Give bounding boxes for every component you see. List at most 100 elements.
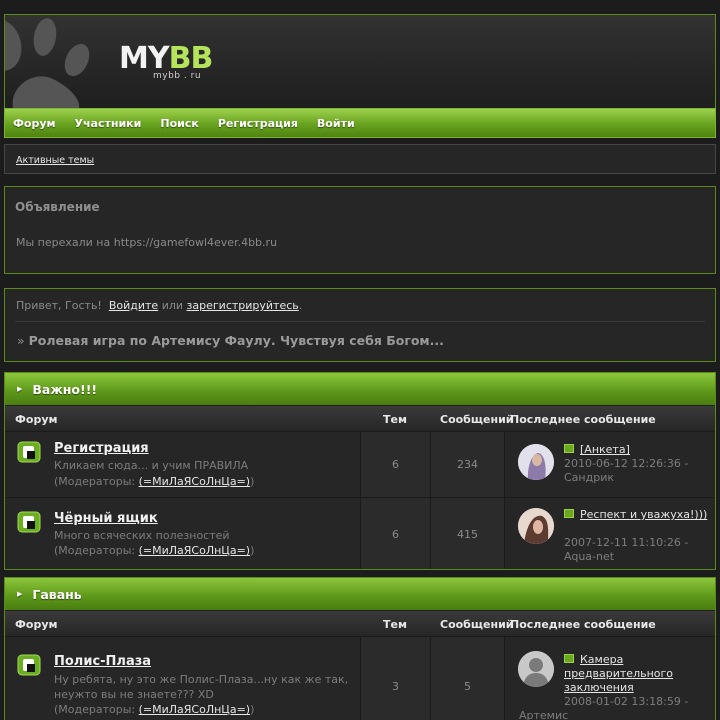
avatar-image-icon: [518, 444, 554, 480]
forum-cell: Чёрный ящик Много всяческих полезностей …: [5, 498, 360, 569]
last-post-link-wrapper: [Анкета]: [564, 443, 714, 457]
divider: [15, 321, 705, 322]
last-post-date: 2008-01-02 13:18:59 -: [564, 695, 689, 708]
forum-cell: Регистрация Кликаем сюда... и учим ПРАВИ…: [5, 432, 360, 497]
last-post-link-wrapper: Камера предварительного заключения: [564, 653, 684, 695]
post-icon: [564, 654, 574, 663]
forum-status-icon: [17, 654, 41, 676]
last-post-cell: Респект и уважуха!))) 2007-12-11 11:10:2…: [505, 498, 715, 569]
logo-domain: mybb . ru: [153, 71, 201, 81]
greeting-end: .: [298, 299, 303, 312]
last-post-cell: [Анкета] 2010-06-12 12:26:36 - Сандрик: [505, 432, 715, 497]
forum-row: Регистрация Кликаем сюда... и учим ПРАВИ…: [5, 431, 715, 497]
category-title: Важно!!!: [32, 381, 98, 397]
forum-description: Много всяческих полезностей: [54, 529, 230, 542]
col-topics: Тем: [383, 618, 407, 631]
default-user-icon: [518, 651, 554, 687]
last-post-link[interactable]: Камера предварительного заключения: [564, 653, 673, 694]
last-post-link[interactable]: [Анкета]: [580, 443, 630, 456]
nav-login[interactable]: Войти: [317, 117, 355, 130]
avatar[interactable]: [518, 651, 554, 687]
mods-label: (Модераторы:: [54, 475, 136, 488]
paw-logo-icon: [5, 18, 90, 108]
post-count: 234: [457, 458, 478, 471]
forum-cell: Полис-Плаза Ну ребята, ну это же Полис-П…: [5, 637, 360, 720]
forum-link-polis-plaza[interactable]: Полис-Плаза: [54, 654, 151, 669]
post-count: 5: [464, 680, 471, 693]
forum-moderators: (Модераторы: (=МиЛаЯСоЛнЦа=)): [54, 703, 254, 716]
category-header[interactable]: ▶ Гавань: [5, 578, 715, 610]
posts-cell: 415: [431, 498, 505, 569]
topics-cell: 3: [360, 637, 431, 720]
forum-status-icon: [17, 511, 41, 533]
topics-cell: 6: [360, 432, 431, 497]
active-topics-link[interactable]: Активные темы: [16, 155, 94, 166]
post-icon: [564, 444, 574, 453]
category-important: ▶ Важно!!! Форум Тем Сообщений Последнее…: [4, 372, 716, 570]
announcement-panel: Объявление Мы перехали на https://gamefo…: [4, 186, 716, 274]
category-harbor: ▶ Гавань Форум Тем Сообщений Последнее с…: [4, 577, 716, 720]
register-link[interactable]: зарегистрируйтесь: [187, 299, 299, 312]
forum-moderators: (Модераторы: (=МиЛаЯСоЛнЦа=)): [54, 475, 254, 488]
topics-cell: 6: [360, 498, 431, 569]
col-forum: Форум: [15, 618, 58, 631]
mods-close: ): [250, 544, 255, 557]
nav-members[interactable]: Участники: [75, 117, 142, 130]
moderator-link[interactable]: (=МиЛаЯСоЛнЦа=): [139, 544, 250, 557]
breadcrumb: » Ролевая игра по Артемису Фаулу. Чувств…: [17, 333, 444, 348]
avatar[interactable]: [518, 444, 554, 480]
moderator-link[interactable]: (=МиЛаЯСоЛнЦа=): [139, 475, 250, 488]
topic-count: 3: [392, 680, 399, 693]
main-nav: Форум Участники Поиск Регистрация Войти: [4, 108, 716, 138]
forum-description: Ну ребята, ну это же Полис-Плаза...ну ка…: [54, 673, 349, 701]
forum-moderators: (Модераторы: (=МиЛаЯСоЛнЦа=)): [54, 544, 254, 557]
forum-link-registration[interactable]: Регистрация: [54, 441, 149, 456]
nav-search[interactable]: Поиск: [160, 117, 198, 130]
subnav-bar: Активные темы: [4, 144, 716, 174]
forum-status-icon: [17, 441, 41, 463]
mods-close: ): [250, 475, 255, 488]
column-headers: Форум Тем Сообщений Последнее сообщение: [5, 610, 715, 636]
welcome-panel: Привет, Гость! Войдите или зарегистрируй…: [4, 288, 716, 362]
last-post-author[interactable]: Сандрик: [564, 471, 614, 485]
logo-sub-tld: ru: [190, 71, 202, 81]
announcement-title: Объявление: [15, 200, 100, 214]
avatar[interactable]: [518, 508, 554, 544]
forum-link-black-box[interactable]: Чёрный ящик: [54, 511, 158, 526]
col-posts: Сообщений: [440, 618, 514, 631]
col-last-post: Последнее сообщение: [510, 413, 656, 426]
category-header[interactable]: ▶ Важно!!!: [5, 373, 715, 405]
nav-forum[interactable]: Форум: [13, 117, 56, 130]
posts-cell: 234: [431, 432, 505, 497]
breadcrumb-prefix: »: [17, 333, 25, 348]
col-posts: Сообщений: [440, 413, 514, 426]
last-post-author[interactable]: Aqua-net: [564, 550, 614, 564]
column-headers: Форум Тем Сообщений Последнее сообщение: [5, 405, 715, 431]
forum-description: Кликаем сюда... и учим ПРАВИЛА: [54, 459, 249, 472]
topic-count: 6: [392, 458, 399, 471]
logo-sub-dot: .: [183, 71, 188, 81]
col-forum: Форум: [15, 413, 58, 426]
last-post-link[interactable]: Респект и уважуха!))): [580, 508, 707, 521]
post-icon: [564, 509, 574, 518]
collapse-arrow-icon[interactable]: ▶: [17, 590, 22, 598]
announcement-text: Мы перехали на https://gamefowl4ever.4bb…: [16, 236, 278, 249]
moderator-link[interactable]: (=МиЛаЯСоЛнЦа=): [139, 703, 250, 716]
last-post-author[interactable]: Артемис: [519, 709, 568, 720]
avatar-image-icon: [518, 508, 554, 544]
collapse-arrow-icon[interactable]: ▶: [17, 385, 22, 393]
nav-register[interactable]: Регистрация: [218, 117, 298, 130]
forum-row: Чёрный ящик Много всяческих полезностей …: [5, 497, 715, 569]
post-count: 415: [457, 528, 478, 541]
col-last-post: Последнее сообщение: [510, 618, 656, 631]
last-post-date: 2010-06-12 12:26:36 -: [564, 457, 689, 470]
mods-close: ): [250, 703, 255, 716]
site-header: MYBB mybb . ru: [4, 14, 716, 108]
greeting-text: Привет, Гость!: [16, 299, 102, 312]
or-text: или: [161, 299, 184, 312]
guest-greeting: Привет, Гость! Войдите или зарегистрируй…: [16, 299, 302, 312]
last-post-date: 2007-12-11 11:10:26 -: [564, 536, 689, 549]
posts-cell: 5: [431, 637, 505, 720]
col-topics: Тем: [383, 413, 407, 426]
login-link[interactable]: Войдите: [109, 299, 158, 312]
